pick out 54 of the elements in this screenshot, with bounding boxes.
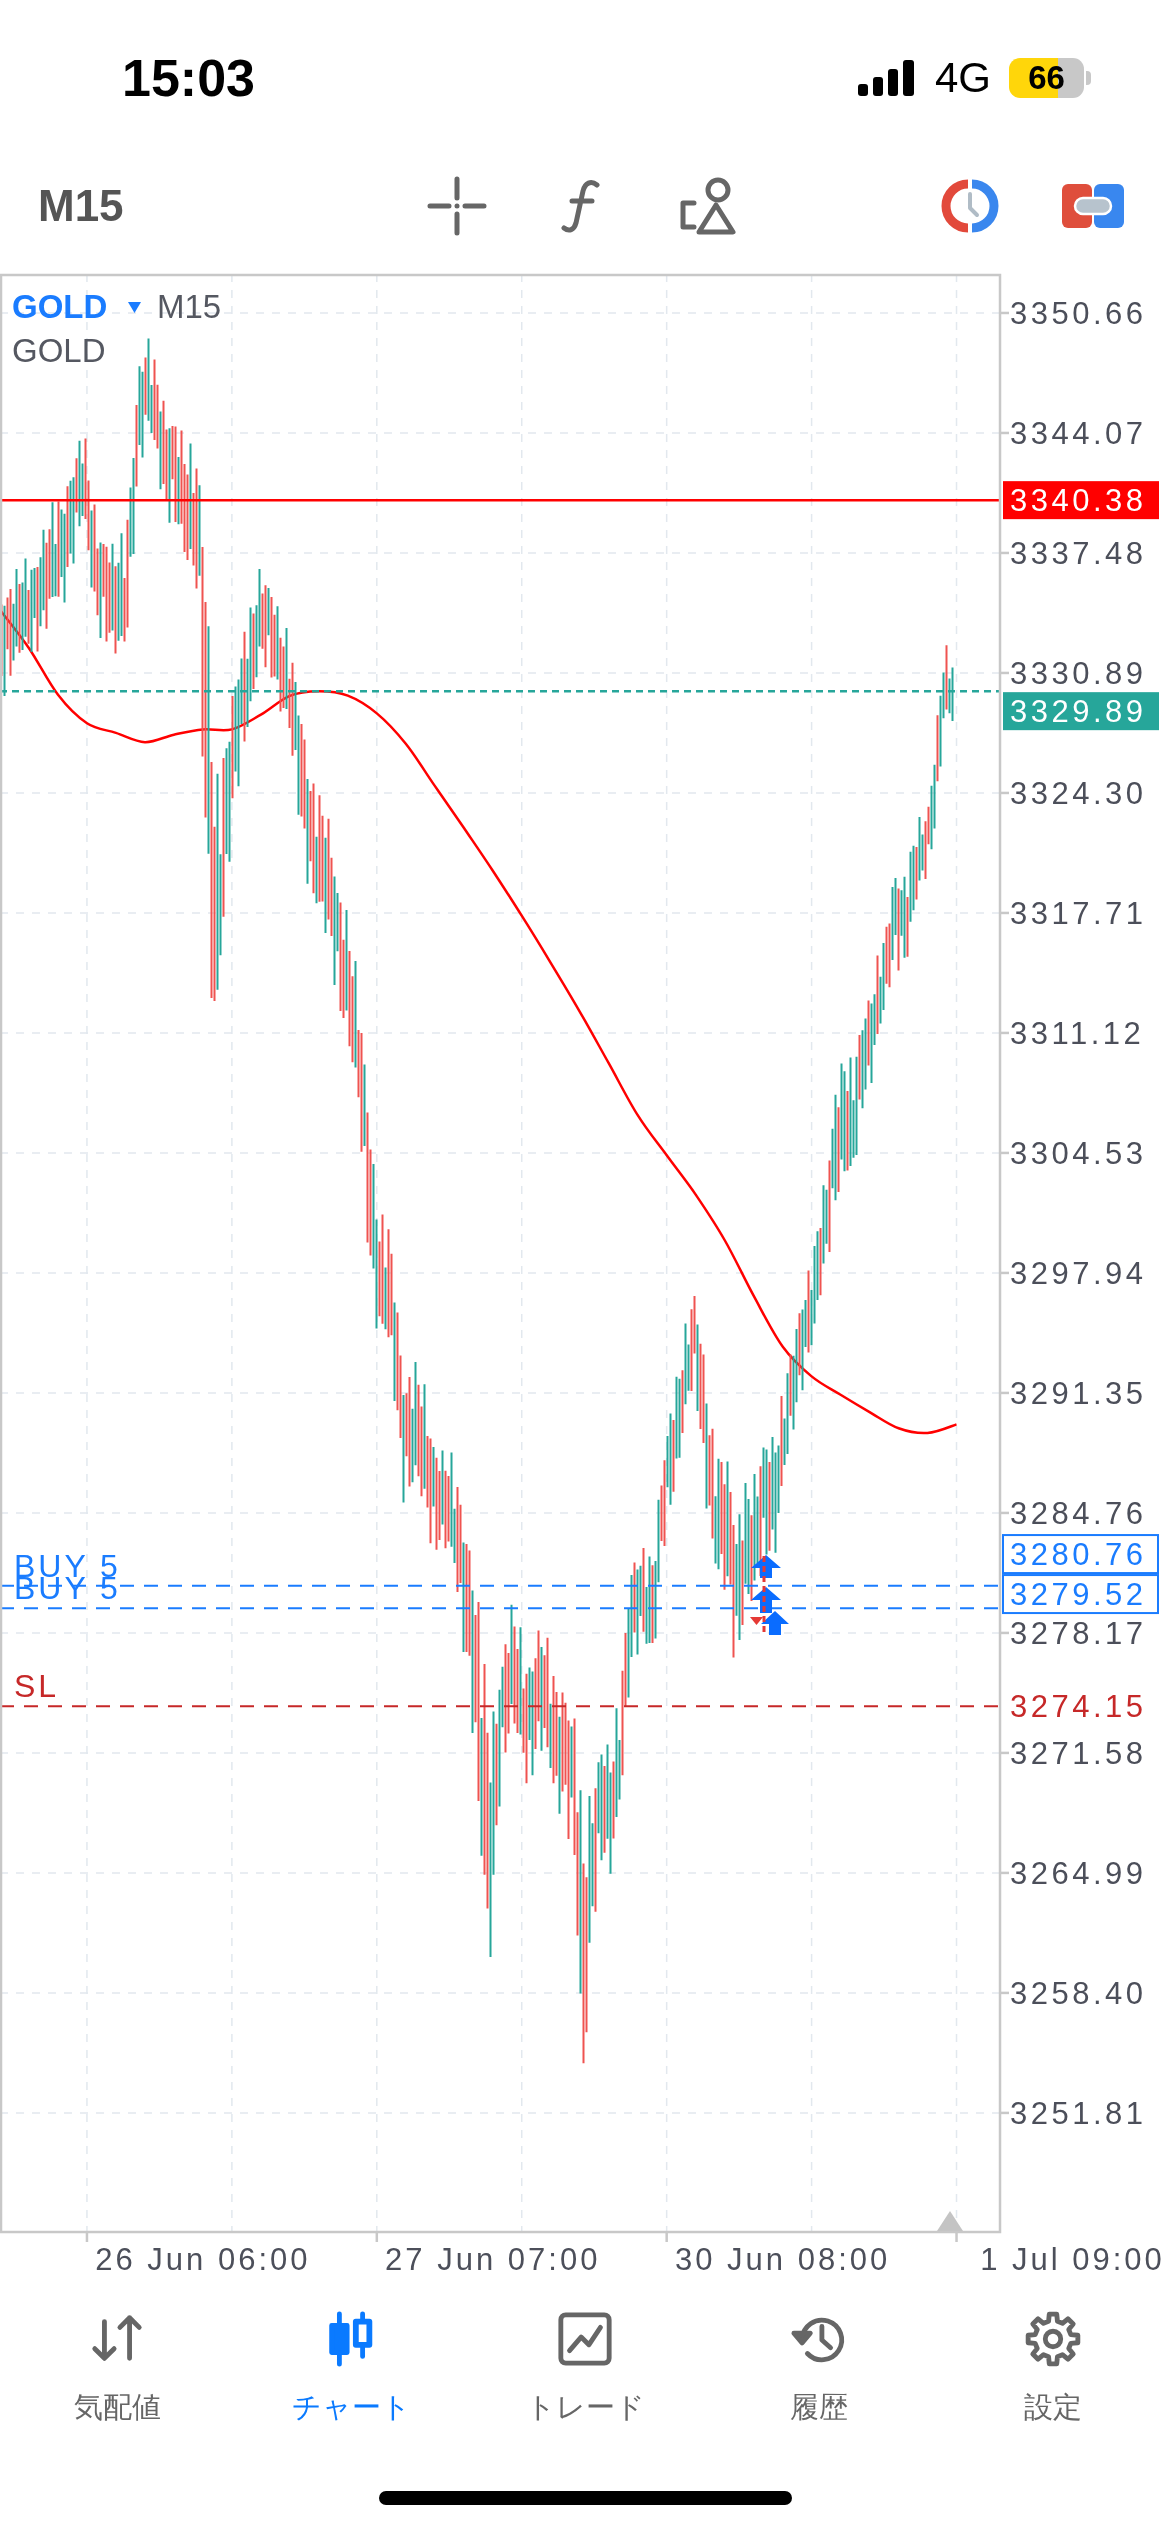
price-axis-label: 3258.40: [1010, 1975, 1147, 2011]
up-arrow-icon: [761, 1611, 789, 1635]
status-time: 15:03: [122, 48, 255, 108]
tab[interactable]: 履歴: [702, 2300, 936, 2450]
settings-icon: [1024, 2310, 1082, 2368]
order-line[interactable]: [0, 1607, 1001, 1610]
order-price-tag: 3280.76: [1002, 1534, 1159, 1575]
price-axis-label: 3311.12: [1010, 1015, 1145, 1051]
price-axis-label: 3344.07: [1010, 415, 1147, 451]
crosshair-icon[interactable]: [426, 176, 487, 236]
time-axis-label: 27 Jun 07:00: [385, 2242, 601, 2277]
pill-toggle-icon[interactable]: [1061, 184, 1124, 228]
price-axis-label: 3278.17: [1010, 1615, 1147, 1651]
stop-loss-line[interactable]: [0, 1705, 1001, 1708]
stop-loss-label: SL: [14, 1668, 60, 1705]
price-axis-label: 3251.81: [1010, 2095, 1147, 2131]
price-axis-label: 3291.35: [1010, 1375, 1147, 1411]
timeframe-label: M15: [157, 288, 222, 325]
price-axis-label: 3350.66: [1010, 295, 1147, 331]
price-axis-label: 3317.71: [1010, 895, 1147, 931]
bid-price-line[interactable]: [0, 689, 1000, 693]
alert-price-line[interactable]: [0, 498, 1000, 502]
price-axis-label: 3284.76: [1010, 1495, 1147, 1531]
symbol-description: GOLD: [12, 332, 106, 369]
line-chart-icon: [556, 2310, 614, 2368]
tab[interactable]: チャート: [234, 2300, 468, 2450]
tab[interactable]: 設定: [936, 2300, 1170, 2450]
price-axis-label: 3304.53: [1010, 1135, 1147, 1171]
tab[interactable]: トレード: [468, 2300, 702, 2450]
stop-loss-price-label: 3274.15: [1010, 1689, 1147, 1725]
caret-icon[interactable]: [128, 302, 141, 313]
order-price-tag: 3279.52: [1002, 1574, 1159, 1615]
clock-icon[interactable]: [939, 179, 1000, 233]
price-axis-label: 3271.58: [1010, 1735, 1147, 1771]
down-triangle-icon: [750, 1617, 763, 1625]
symbol-name[interactable]: GOLD: [12, 288, 108, 325]
current-price-tag: 3329.89: [1003, 692, 1159, 731]
network-type: 4G: [934, 54, 991, 102]
time-axis-label: 1 Jul 09:00: [980, 2242, 1165, 2277]
time-axis-label: 26 Jun 06:00: [95, 2242, 311, 2277]
function-icon[interactable]: [560, 179, 601, 233]
time-axis-label: 30 Jun 08:00: [675, 2242, 891, 2277]
price-axis-label: 3337.48: [1010, 535, 1147, 571]
price-axis-label: 3330.89: [1010, 655, 1147, 691]
up-arrow-icon: [751, 1555, 781, 1578]
shapes-icon[interactable]: [678, 177, 737, 235]
up-arrow-icon: [751, 1587, 781, 1613]
price-axis-label: 3324.30: [1010, 775, 1147, 811]
alert-price-tag: 3340.38: [1003, 481, 1159, 520]
price-axis-label: 3264.99: [1010, 1855, 1147, 1891]
signal-icon: [857, 60, 915, 96]
timeframe-button[interactable]: M15: [38, 181, 124, 231]
tab[interactable]: 気配値: [0, 2300, 234, 2450]
price-axis-label: 3297.94: [1010, 1255, 1147, 1291]
